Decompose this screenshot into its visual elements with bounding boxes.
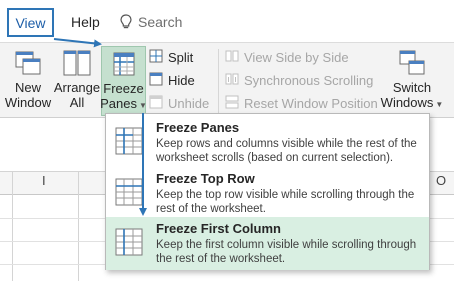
chevron-down-icon: ▼	[435, 100, 444, 109]
new-window-label-1: New	[14, 80, 41, 95]
tab-view[interactable]: View	[7, 8, 54, 37]
synchronous-scrolling-label: Synchronous Scrolling	[244, 72, 374, 88]
freeze-panes-label-1: Freeze	[103, 81, 144, 96]
hide-icon	[149, 72, 163, 89]
chevron-down-icon: ▼	[138, 101, 147, 110]
ribbon-separator	[218, 49, 219, 113]
hide-label: Hide	[168, 72, 195, 88]
switch-windows-icon	[397, 46, 427, 80]
menu-item-freeze-top-row[interactable]: Freeze Top Row Keep the top row visible …	[106, 167, 429, 217]
arrange-all-icon	[62, 46, 92, 80]
freeze-top-row-icon	[114, 177, 144, 210]
freeze-panes-button[interactable]: Freeze Panes ▼	[100, 46, 147, 116]
menu-item-title: Freeze Panes	[156, 120, 240, 135]
reset-window-position-icon	[225, 95, 239, 112]
tell-me-label: Search	[138, 14, 183, 30]
unhide-label: Unhide	[168, 95, 210, 111]
lightbulb-icon	[120, 14, 132, 30]
split-label: Split	[168, 49, 194, 65]
new-window-button[interactable]: New Window	[4, 46, 52, 116]
menu-item-description: Keep rows and columns visible while the …	[156, 138, 417, 164]
freeze-panes-icon	[114, 126, 144, 159]
tab-help[interactable]: Help	[71, 14, 100, 30]
menu-item-description: Keep the first column visible while scro…	[156, 239, 417, 265]
arrange-all-label-2: All	[69, 95, 85, 110]
ribbon-tab-bar: View Help Search	[0, 0, 454, 42]
reset-window-position-button[interactable]: Reset Window Position	[225, 93, 378, 113]
new-window-label-2: Window	[4, 95, 52, 110]
menu-item-freeze-first-column[interactable]: Freeze First Column Keep the first colum…	[106, 217, 429, 270]
arrange-all-label-1: Arrange	[53, 80, 101, 95]
new-window-icon	[13, 46, 43, 80]
switch-windows-label-2: Windows ▼	[381, 95, 444, 112]
split-button[interactable]: Split	[149, 47, 193, 67]
freeze-first-column-icon	[114, 227, 144, 260]
freeze-panes-menu: Freeze Panes Keep rows and columns visib…	[105, 113, 430, 270]
split-icon	[149, 49, 163, 66]
reset-window-position-label: Reset Window Position	[244, 95, 378, 111]
column-header-o[interactable]: O	[436, 173, 446, 195]
ribbon-view-window-group: New Window Arrange All Freeze Panes ▼ Sp…	[0, 42, 454, 118]
unhide-icon	[149, 95, 163, 112]
menu-item-freeze-panes[interactable]: Freeze Panes Keep rows and columns visib…	[106, 116, 429, 166]
freeze-panes-icon	[111, 47, 137, 81]
view-side-by-side-icon	[225, 49, 239, 66]
tell-me-search[interactable]: Search	[120, 14, 182, 30]
freeze-panes-label-2: Panes ▼	[100, 96, 147, 113]
unhide-button[interactable]: Unhide	[149, 93, 209, 113]
menu-item-title: Freeze Top Row	[156, 171, 255, 186]
arrange-all-button[interactable]: Arrange All	[54, 46, 100, 116]
switch-windows-label-2-text: Windows	[380, 95, 434, 110]
synchronous-scrolling-button[interactable]: Synchronous Scrolling	[225, 70, 373, 90]
view-side-by-side-button[interactable]: View Side by Side	[225, 47, 349, 67]
freeze-panes-label-2-text: Panes	[100, 96, 137, 111]
synchronous-scrolling-icon	[225, 72, 239, 89]
menu-item-title: Freeze First Column	[156, 221, 281, 236]
switch-windows-button[interactable]: Switch Windows ▼	[381, 46, 444, 116]
column-header-i[interactable]: I	[42, 173, 46, 195]
menu-item-description: Keep the top row visible while scrolling…	[156, 189, 415, 215]
switch-windows-label-1: Switch	[392, 80, 432, 95]
hide-button[interactable]: Hide	[149, 70, 195, 90]
view-side-by-side-label: View Side by Side	[244, 49, 349, 65]
